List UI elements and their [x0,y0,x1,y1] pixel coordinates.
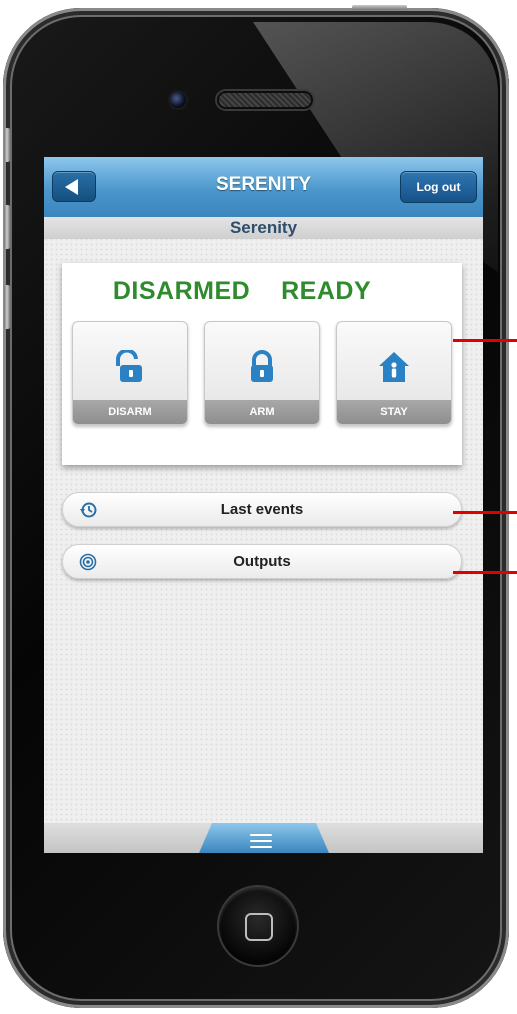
logout-button[interactable]: Log out [400,171,477,203]
volume-up-button [4,205,10,249]
mute-switch [4,128,10,162]
nav-bar: SERENITY Log out [44,157,483,217]
earpiece-speaker [217,91,313,109]
hamburger-menu-icon[interactable] [250,834,272,848]
last-events-label: Last events [220,501,304,518]
disarm-label: DISARM [73,400,187,424]
unlocked-padlock-icon [116,350,142,382]
home-square-icon [245,913,273,941]
front-camera [170,92,186,108]
page-title: Serenity [44,217,483,239]
app-screen: SERENITY Log out Serenity DISARMED READY… [44,157,483,853]
outputs-button[interactable]: Outputs [62,544,462,579]
locked-padlock-icon [251,350,273,382]
annotation-line-status [453,339,517,342]
outputs-label: Outputs [233,553,291,570]
home-button[interactable] [219,887,297,965]
house-person-icon [379,352,409,382]
alarm-status: DISARMED READY [112,277,372,305]
arm-button[interactable]: ARM [204,321,320,425]
disarm-button[interactable]: DISARM [72,321,188,425]
stay-button[interactable]: STAY [336,321,452,425]
stay-label: STAY [337,400,451,424]
annotation-line-last-events [453,511,517,514]
arm-label: ARM [205,400,319,424]
volume-down-button [4,285,10,329]
power-button [352,5,407,10]
last-events-button[interactable]: Last events [62,492,462,527]
status-card: DISARMED READY DISARM ARM STAY [62,263,462,465]
annotation-line-outputs [453,571,517,574]
